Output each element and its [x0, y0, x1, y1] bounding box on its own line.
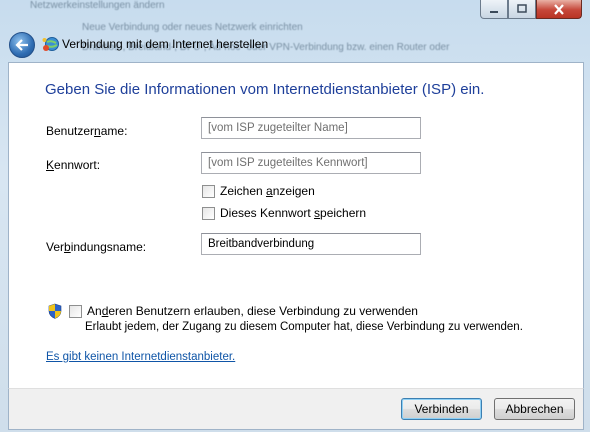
save-password-option[interactable]: Dieses Kennwort speichern	[202, 206, 366, 220]
maximize-button[interactable]	[508, 0, 536, 19]
allow-others-option[interactable]: Anderen Benutzern erlauben, diese Verbin…	[69, 304, 418, 318]
window-frame: Netzwerkeinstellungen ändern Neue Verbin…	[0, 0, 590, 432]
maximize-icon	[517, 4, 527, 13]
minimize-icon	[490, 11, 498, 13]
cancel-button[interactable]: Abbrechen	[494, 398, 575, 420]
back-button[interactable]	[9, 32, 35, 58]
allow-others-checkbox[interactable]	[69, 304, 82, 318]
connection-name-label: Verbindungsname:	[46, 240, 147, 254]
allow-others-label: Anderen Benutzern erlauben, diese Verbin…	[87, 304, 418, 318]
close-icon	[554, 3, 564, 15]
wizard-title: Verbindung mit dem Internet herstellen	[62, 37, 269, 51]
close-button[interactable]	[536, 0, 582, 19]
wizard-footer: Verbinden Abbrechen	[8, 388, 584, 430]
password-label: Kennwort:	[46, 158, 101, 172]
save-password-checkbox[interactable]	[202, 206, 215, 220]
page-heading: Geben Sie die Informationen vom Internet…	[45, 81, 485, 98]
window-controls	[480, 0, 582, 19]
show-characters-option[interactable]: Zeichen anzeigen	[202, 184, 315, 198]
minimize-button[interactable]	[480, 0, 508, 19]
username-label: Benutzername:	[46, 124, 128, 138]
username-input[interactable]	[201, 117, 421, 139]
allow-others-description: Erlaubt jedem, der Zugang zu diesem Comp…	[85, 321, 523, 333]
password-input[interactable]	[201, 152, 421, 174]
wizard-content: Geben Sie die Informationen vom Internet…	[8, 62, 584, 389]
uac-shield-icon	[48, 303, 62, 319]
no-isp-link[interactable]: Es gibt keinen Internetdienstanbieter.	[46, 351, 235, 363]
connect-button[interactable]: Verbinden	[401, 398, 482, 420]
show-characters-label: Zeichen anzeigen	[220, 184, 315, 198]
navigation-bar: Verbindung mit dem Internet herstellen	[0, 28, 590, 62]
connection-name-input[interactable]	[201, 233, 421, 255]
back-arrow-icon	[15, 39, 28, 51]
background-text-1: Netzwerkeinstellungen ändern	[30, 0, 165, 11]
show-characters-checkbox[interactable]	[202, 184, 215, 198]
save-password-label: Dieses Kennwort speichern	[220, 206, 367, 220]
network-globe-icon	[42, 37, 59, 51]
